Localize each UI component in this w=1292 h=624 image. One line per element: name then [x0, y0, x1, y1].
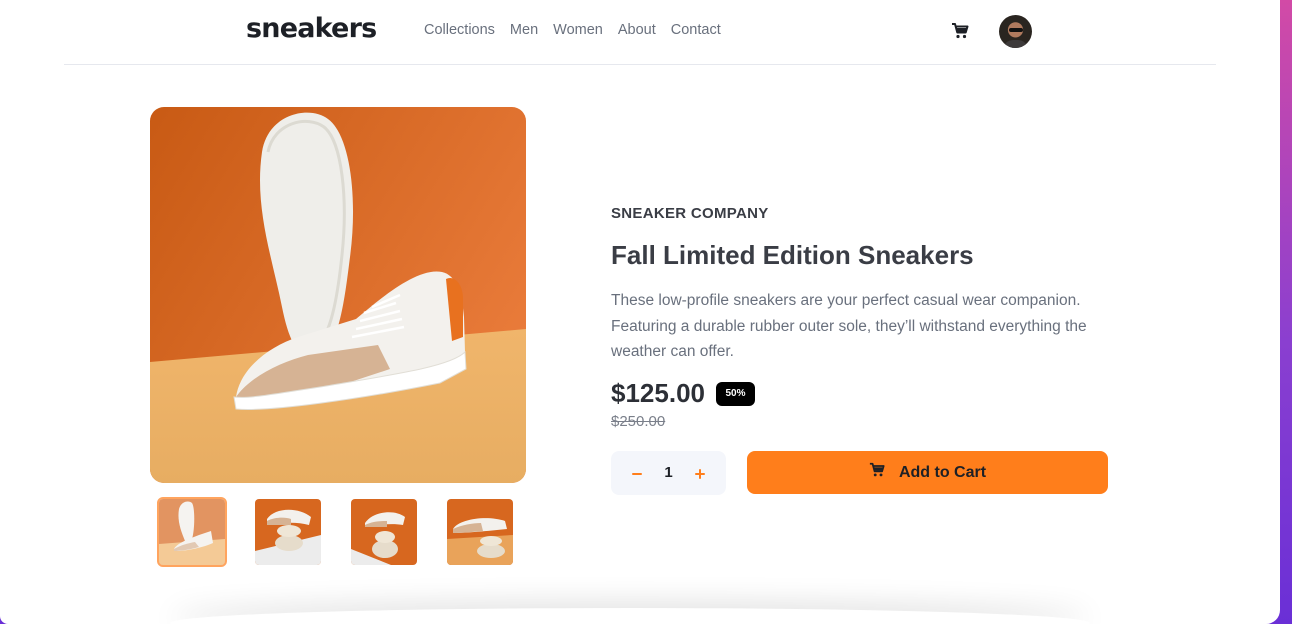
user-avatar[interactable] — [999, 15, 1032, 48]
nav-link-contact[interactable]: Contact — [671, 22, 721, 38]
current-price: $125.00 — [611, 378, 705, 408]
thumbnail-strip — [157, 497, 515, 567]
footer-card-shadow — [170, 608, 1090, 624]
quantity-stepper: 1 — [611, 451, 726, 495]
nav-links: Collections Men Women About Contact — [424, 22, 736, 38]
original-price: $250.00 — [611, 413, 666, 430]
navbar: sneakers Collections Men Women About Con… — [64, 0, 1216, 65]
nav-link-women[interactable]: Women — [553, 22, 603, 38]
thumbnail-1[interactable] — [157, 497, 227, 567]
nav-link-men[interactable]: Men — [510, 22, 538, 38]
company-name: SNEAKER COMPANY — [611, 205, 769, 222]
product-main-image[interactable] — [150, 107, 526, 483]
discount-badge: 50% — [716, 382, 755, 406]
add-to-cart-button[interactable]: Add to Cart — [747, 451, 1108, 494]
product-title: Fall Limited Edition Sneakers — [611, 240, 974, 270]
avatar-glasses — [1009, 28, 1023, 32]
nav-link-about[interactable]: About — [618, 22, 656, 38]
thumbnail-3[interactable] — [349, 497, 419, 567]
avatar-shirt — [1003, 40, 1028, 48]
cart-icon — [869, 462, 885, 483]
page: sneakers Collections Men Women About Con… — [0, 0, 1280, 624]
logo[interactable]: sneakers — [246, 13, 377, 44]
product-description: These low-profile sneakers are your perf… — [611, 292, 1087, 360]
plus-icon[interactable] — [690, 463, 710, 483]
add-to-cart-label: Add to Cart — [898, 463, 987, 481]
nav-link-collections[interactable]: Collections — [424, 22, 495, 38]
thumbnail-2[interactable] — [253, 497, 323, 567]
thumbnail-4[interactable] — [445, 497, 515, 567]
cart-icon[interactable] — [951, 22, 969, 40]
